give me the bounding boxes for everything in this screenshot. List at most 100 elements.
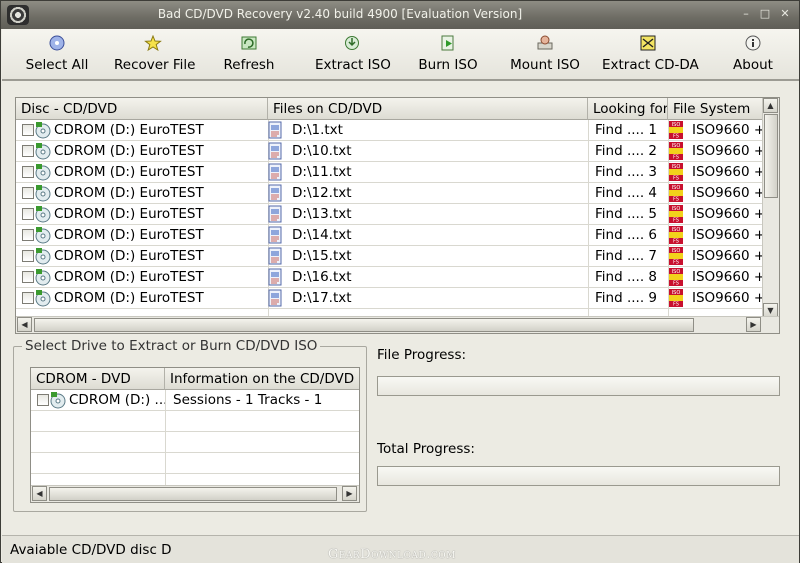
- looking-for: Find .... 5: [595, 206, 657, 222]
- about-button[interactable]: About: [730, 35, 776, 79]
- scroll-thumb[interactable]: [764, 114, 778, 198]
- looking-for: Find .... 4: [595, 185, 657, 201]
- iso-filesystem-icon: ISO FS: [669, 142, 683, 160]
- svg-text:ISO: ISO: [672, 227, 681, 233]
- burn-iso-button[interactable]: Burn ISO: [416, 35, 480, 79]
- column-header-file-system[interactable]: File System: [668, 98, 764, 120]
- files-list-view[interactable]: Disc - CD/DVD Files on CD/DVD Looking fo…: [15, 97, 780, 334]
- file-path: D:\14.txt: [292, 227, 352, 243]
- row-checkbox[interactable]: [22, 250, 34, 262]
- vertical-scrollbar[interactable]: ▲ ▼: [762, 98, 779, 318]
- drive-info: Sessions - 1 Tracks - 1: [173, 392, 323, 408]
- close-button[interactable]: ✕: [778, 7, 792, 21]
- row-checkbox[interactable]: [22, 292, 34, 304]
- title-bar[interactable]: Bad CD/DVD Recovery v2.40 build 4900 [Ev…: [1, 1, 799, 29]
- minimize-button[interactable]: –: [739, 7, 753, 21]
- row-checkbox[interactable]: [22, 187, 34, 199]
- looking-for: Find .... 3: [595, 164, 657, 180]
- drive-list-view[interactable]: CDROM - DVD Information on the CD/DVD CD…: [30, 367, 360, 503]
- scroll-left-button[interactable]: ◀: [32, 486, 47, 501]
- drive-select-group: Select Drive to Extract or Burn CD/DVD I…: [13, 338, 367, 512]
- file-system: ISO9660 +: [692, 248, 762, 264]
- about-label: About: [733, 57, 773, 73]
- disc-name: CDROM (D:) EuroTEST: [54, 227, 204, 243]
- row-checkbox[interactable]: [22, 229, 34, 241]
- file-progress-bar: [377, 376, 780, 396]
- burn-iso-icon: [441, 35, 454, 51]
- iso-filesystem-icon: ISO FS: [669, 226, 683, 244]
- disc-name: CDROM (D:) EuroTEST: [54, 164, 204, 180]
- text-file-icon: [268, 163, 282, 181]
- horizontal-scrollbar[interactable]: ◀ ▶: [31, 485, 359, 502]
- svg-text:FS: FS: [673, 155, 679, 161]
- table-row[interactable]: CDROM (D:) EuroTEST D:\1.txt Find .... 1 IS…: [16, 120, 764, 141]
- table-row[interactable]: CDROM (D:) EuroTEST D:\17.txt Find .... 9 I…: [16, 288, 764, 309]
- file-system: ISO9660 +: [692, 269, 762, 285]
- extract-cdda-button[interactable]: Extract CD-DA: [602, 35, 699, 79]
- scroll-up-button[interactable]: ▲: [763, 98, 778, 113]
- looking-for: Find .... 8: [595, 269, 657, 285]
- svg-text:ISO: ISO: [672, 122, 681, 128]
- row-checkbox[interactable]: [22, 166, 34, 178]
- table-row[interactable]: CDROM (D:) EuroTEST D:\16.txt Find .... 8 I…: [16, 267, 764, 288]
- column-header-info[interactable]: Information on the CD/DVD: [165, 368, 359, 390]
- list-item: [31, 432, 359, 453]
- mount-iso-button[interactable]: Mount ISO: [507, 35, 583, 79]
- looking-for: Find .... 2: [595, 143, 657, 159]
- file-path: D:\13.txt: [292, 206, 352, 222]
- refresh-button[interactable]: Refresh: [222, 35, 276, 79]
- file-path: D:\16.txt: [292, 269, 352, 285]
- disc-name: CDROM (D:) EuroTEST: [54, 206, 204, 222]
- table-row[interactable]: CDROM (D:) EuroTEST D:\13.txt Find .... 5 I…: [16, 204, 764, 225]
- select-all-button[interactable]: Select All: [24, 35, 90, 79]
- iso-filesystem-icon: ISO FS: [669, 121, 683, 139]
- iso-filesystem-icon: ISO FS: [669, 163, 683, 181]
- star-icon: [144, 35, 162, 51]
- column-header-disc[interactable]: Disc - CD/DVD: [16, 98, 268, 120]
- column-header-files[interactable]: Files on CD/DVD: [268, 98, 588, 120]
- text-file-icon: [268, 268, 282, 286]
- drive-checkbox[interactable]: [37, 394, 49, 406]
- svg-text:FS: FS: [673, 134, 679, 140]
- extract-cdda-icon: [640, 35, 656, 51]
- row-checkbox[interactable]: [22, 145, 34, 157]
- row-checkbox[interactable]: [22, 208, 34, 220]
- table-row[interactable]: CDROM (D:) EuroTEST D:\15.txt Find .... 7 I…: [16, 246, 764, 267]
- file-system: ISO9660 +: [692, 185, 762, 201]
- table-row[interactable]: CDROM (D:) EuroTEST D:\10.txt Find .... 2 I…: [16, 141, 764, 162]
- iso-filesystem-icon: ISO FS: [669, 205, 683, 223]
- text-file-icon: [268, 205, 282, 223]
- column-header-drive[interactable]: CDROM - DVD: [31, 368, 165, 390]
- total-progress-bar: [377, 466, 780, 486]
- svg-text:ISO: ISO: [672, 248, 681, 254]
- scroll-right-button[interactable]: ▶: [342, 486, 357, 501]
- cd-drive-icon: [35, 206, 51, 223]
- text-file-icon: [268, 247, 282, 265]
- cd-drive-icon: [35, 269, 51, 286]
- cd-drive-icon: [35, 164, 51, 181]
- table-row[interactable]: CDROM (D:) EuroTEST D:\11.txt Find .... 3 I…: [16, 162, 764, 183]
- row-checkbox[interactable]: [22, 271, 34, 283]
- disc-name: CDROM (D:) EuroTEST: [54, 185, 204, 201]
- text-file-icon: [268, 184, 282, 202]
- recover-file-button[interactable]: Recover File: [114, 35, 196, 79]
- row-checkbox[interactable]: [22, 124, 34, 136]
- column-header-looking-for[interactable]: Looking for: [588, 98, 668, 120]
- text-file-icon: [268, 226, 282, 244]
- file-path: D:\17.txt: [292, 290, 352, 306]
- scroll-left-button[interactable]: ◀: [17, 317, 32, 332]
- table-row[interactable]: CDROM (D:) EuroTEST D:\12.txt Find .... 4 I…: [16, 183, 764, 204]
- list-item[interactable]: CDROM (D:) ... Sessions - 1 Tracks - 1: [31, 390, 359, 411]
- cd-drive-icon: [35, 248, 51, 265]
- file-path: D:\15.txt: [292, 248, 352, 264]
- table-row[interactable]: CDROM (D:) EuroTEST D:\14.txt Find .... 6 I…: [16, 225, 764, 246]
- extract-iso-label: Extract ISO: [315, 57, 391, 73]
- status-text: Avaiable CD/DVD disc D: [10, 542, 172, 558]
- scroll-right-button[interactable]: ▶: [746, 317, 761, 332]
- extract-iso-button[interactable]: Extract ISO: [315, 35, 391, 79]
- horizontal-scrollbar[interactable]: ◀ ▶: [16, 316, 779, 333]
- scroll-thumb[interactable]: [49, 487, 337, 501]
- svg-text:FS: FS: [673, 260, 679, 266]
- scroll-thumb[interactable]: [34, 318, 694, 332]
- maximize-button[interactable]: □: [758, 7, 772, 21]
